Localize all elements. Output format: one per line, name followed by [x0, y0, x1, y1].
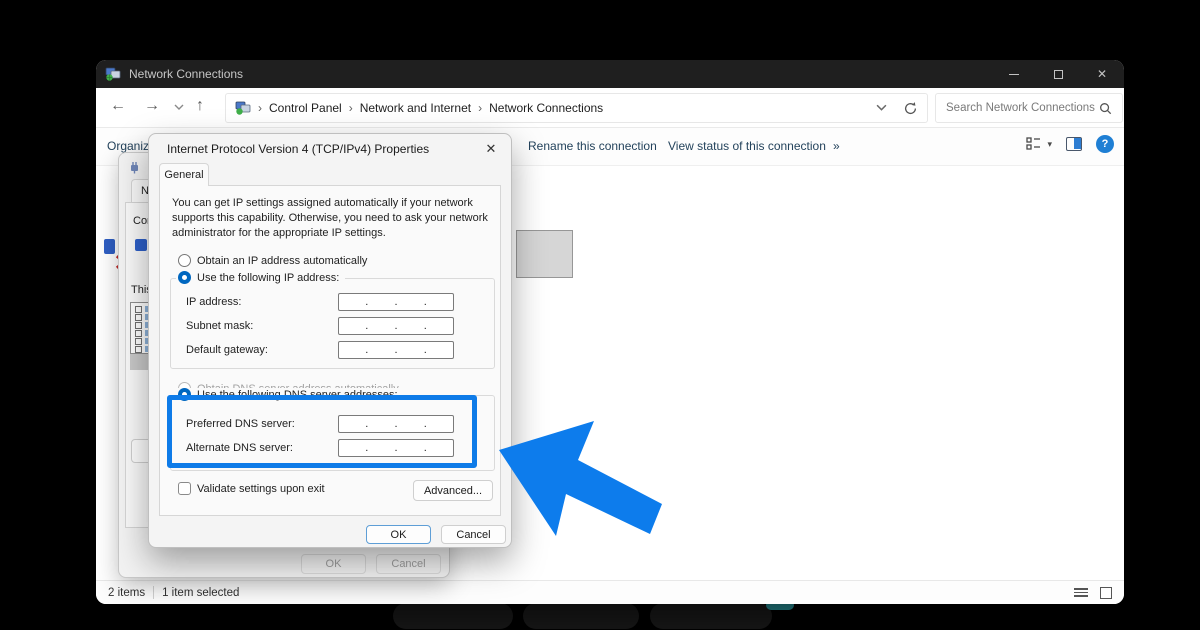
- dot: .: [394, 296, 397, 308]
- close-icon: ✕: [1097, 68, 1107, 80]
- dot: .: [424, 296, 427, 308]
- search-placeholder: Search Network Connections: [946, 102, 1095, 114]
- default-gateway-input[interactable]: ...: [338, 341, 454, 359]
- refresh-icon[interactable]: [903, 101, 918, 116]
- dot: .: [365, 344, 368, 356]
- radio-icon-selected: [178, 271, 191, 284]
- radio-label: Obtain an IP address automatically: [197, 255, 367, 267]
- item-checkbox-icon[interactable]: [135, 314, 142, 321]
- minimize-button[interactable]: [992, 60, 1036, 88]
- preview-pane-icon[interactable]: [1066, 137, 1082, 151]
- subnet-mask-label: Subnet mask:: [186, 320, 253, 332]
- background-ghost-button: [523, 603, 639, 629]
- pointer-arrow-annotation: [488, 410, 670, 544]
- radio-use-ip[interactable]: Use the following IP address:: [176, 271, 345, 284]
- dot: .: [394, 320, 397, 332]
- selected-connection-item[interactable]: [516, 230, 573, 278]
- maximize-icon: [1054, 70, 1063, 79]
- dot: .: [424, 320, 427, 332]
- radio-icon: [178, 254, 191, 267]
- dns-section-highlight-box: [167, 395, 477, 468]
- network-adapter-icon: [104, 239, 115, 254]
- screen: Network Connections ✕ ← → ↑ ›: [0, 0, 1200, 630]
- ethernet-cancel-button[interactable]: Cancel: [376, 554, 441, 574]
- checkbox-label: Validate settings upon exit: [197, 483, 325, 495]
- address-dropdown-icon[interactable]: [876, 104, 887, 112]
- breadcrumb-separator: ›: [258, 101, 262, 115]
- breadcrumb-separator: ›: [349, 101, 353, 115]
- radio-label: Use the following IP address:: [197, 272, 339, 284]
- search-icon: [1099, 102, 1112, 115]
- ip-address-input[interactable]: ...: [338, 293, 454, 311]
- close-button[interactable]: ✕: [1080, 60, 1124, 88]
- default-gateway-label: Default gateway:: [186, 344, 268, 356]
- help-icon[interactable]: ?: [1096, 135, 1114, 153]
- ipv4-properties-dialog: Internet Protocol Version 4 (TCP/IPv4) P…: [148, 133, 512, 548]
- ip-address-label: IP address:: [186, 296, 241, 308]
- large-icons-view-icon[interactable]: [1100, 587, 1112, 599]
- item-checkbox-icon[interactable]: [135, 322, 142, 329]
- dot: .: [394, 344, 397, 356]
- selected-count: 1 item selected: [162, 587, 239, 599]
- background-ghost-button: [650, 603, 772, 629]
- maximize-button[interactable]: [1036, 60, 1080, 88]
- validate-settings-checkbox[interactable]: Validate settings upon exit: [178, 482, 325, 495]
- back-button[interactable]: ←: [110, 97, 126, 115]
- search-input[interactable]: Search Network Connections: [935, 93, 1123, 123]
- view-options-caret-icon: ▾: [1047, 139, 1052, 150]
- ethernet-ok-button[interactable]: OK: [301, 554, 366, 574]
- view-options-icon: [1026, 137, 1042, 151]
- advanced-button[interactable]: Advanced...: [413, 480, 493, 501]
- up-button[interactable]: ↑: [196, 97, 204, 115]
- item-checkbox-icon[interactable]: [135, 338, 142, 345]
- forward-button[interactable]: →: [144, 97, 160, 115]
- dot: .: [365, 320, 368, 332]
- address-bar: ← → ↑ › Control Panel › Network and Inte…: [96, 88, 1124, 128]
- dialog-close-button[interactable]: ✕: [479, 139, 503, 159]
- status-divider: [153, 586, 154, 599]
- view-status-link[interactable]: View status of this connection: [668, 139, 826, 153]
- radio-obtain-ip[interactable]: Obtain an IP address automatically: [178, 254, 367, 267]
- ok-button[interactable]: OK: [366, 525, 431, 544]
- item-checkbox-icon[interactable]: [135, 306, 142, 313]
- title-bar: Network Connections ✕: [96, 60, 1124, 88]
- status-bar: 2 items 1 item selected: [96, 580, 1124, 604]
- arrow-shape: [499, 421, 662, 536]
- background-ghost-button: [393, 603, 513, 629]
- intro-text: You can get IP settings assigned automat…: [172, 196, 494, 241]
- location-icon: [235, 100, 251, 116]
- more-commands-chevron[interactable]: »: [833, 139, 840, 153]
- item-checkbox-icon[interactable]: [135, 330, 142, 337]
- breadcrumb-network-and-internet[interactable]: Network and Internet: [360, 101, 471, 115]
- details-view-icon[interactable]: [1074, 586, 1088, 599]
- adapter-icon: [135, 239, 147, 251]
- item-checkbox-icon[interactable]: [135, 346, 142, 353]
- recent-pages-chevron-icon[interactable]: [174, 104, 184, 111]
- view-options-button[interactable]: ▾: [1026, 137, 1052, 151]
- checkbox-icon: [178, 482, 191, 495]
- network-connections-icon: [105, 66, 121, 82]
- dot: .: [365, 296, 368, 308]
- breadcrumb-network-connections[interactable]: Network Connections: [489, 101, 603, 115]
- dot: .: [424, 344, 427, 356]
- rename-connection-link[interactable]: Rename this connection: [528, 139, 657, 153]
- tab-general[interactable]: General: [159, 163, 209, 186]
- minimize-icon: [1009, 74, 1019, 75]
- items-count: 2 items: [108, 587, 145, 599]
- breadcrumb[interactable]: › Control Panel › Network and Internet ›…: [225, 93, 928, 123]
- adapter-plug-icon: [128, 160, 141, 174]
- dialog-title: Internet Protocol Version 4 (TCP/IPv4) P…: [167, 142, 429, 156]
- breadcrumb-separator: ›: [478, 101, 482, 115]
- subnet-mask-input[interactable]: ...: [338, 317, 454, 335]
- breadcrumb-control-panel[interactable]: Control Panel: [269, 101, 342, 115]
- window-title: Network Connections: [129, 67, 243, 81]
